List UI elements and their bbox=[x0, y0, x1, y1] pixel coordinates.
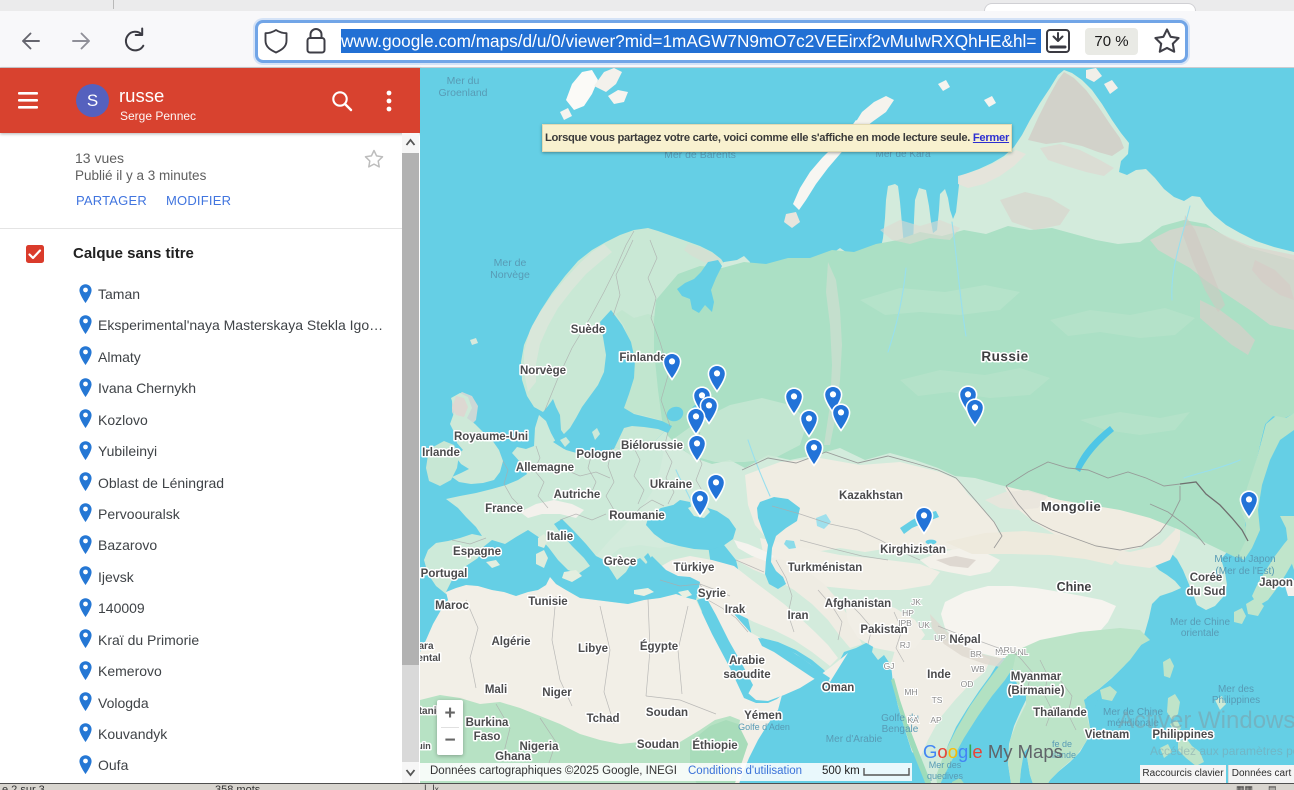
svg-text:Biélorussie: Biélorussie bbox=[621, 440, 683, 452]
svg-text:(Birmanie): (Birmanie) bbox=[1008, 685, 1065, 697]
svg-text:Arabie: Arabie bbox=[729, 655, 765, 667]
svg-text:Mer du: Mer du bbox=[447, 75, 480, 87]
svg-text:Ukraine: Ukraine bbox=[650, 479, 692, 491]
svg-text:Éthiopie: Éthiopie bbox=[692, 739, 737, 752]
svg-text:UP: UP bbox=[934, 633, 946, 643]
svg-text:Norvège: Norvège bbox=[520, 365, 566, 377]
svg-text:Thaïlande: Thaïlande bbox=[1033, 707, 1087, 719]
svg-text:Italie: Italie bbox=[547, 531, 573, 543]
svg-text:Libye: Libye bbox=[578, 643, 608, 655]
svg-text:Chine: Chine bbox=[1057, 580, 1092, 594]
svg-text:Norvège: Norvège bbox=[490, 269, 530, 281]
svg-text:KA: KA bbox=[907, 715, 919, 725]
svg-text:HP: HP bbox=[902, 608, 914, 618]
svg-text:Oman: Oman bbox=[822, 682, 855, 694]
svg-text:Iran: Iran bbox=[787, 610, 808, 622]
svg-text:Espagne: Espagne bbox=[453, 546, 501, 558]
svg-text:Mongolie: Mongolie bbox=[1041, 499, 1101, 514]
svg-text:IPB: IPB bbox=[898, 618, 912, 628]
svg-text:(Mer de l'Est): (Mer de l'Est) bbox=[1215, 566, 1274, 577]
svg-text:Niger: Niger bbox=[542, 687, 572, 699]
svg-text:Suède: Suède bbox=[571, 324, 606, 336]
svg-text:Tunisie: Tunisie bbox=[528, 596, 567, 608]
svg-text:Maroc: Maroc bbox=[435, 600, 469, 612]
svg-text:Soudan: Soudan bbox=[646, 707, 688, 719]
svg-text:Mer des: Mer des bbox=[1218, 684, 1254, 695]
svg-text:MH: MH bbox=[904, 687, 917, 697]
svg-text:Türkiye: Türkiye bbox=[674, 562, 715, 574]
svg-text:ARU: ARU bbox=[998, 645, 1016, 655]
svg-text:Allemagne: Allemagne bbox=[516, 462, 574, 474]
svg-text:uin: uin bbox=[420, 741, 431, 751]
svg-text:Mer d'Arabie: Mer d'Arabie bbox=[826, 734, 883, 745]
svg-text:BR: BR bbox=[970, 649, 982, 659]
svg-text:saoudite: saoudite bbox=[723, 669, 770, 681]
svg-text:TS: TS bbox=[932, 695, 943, 705]
svg-text:Kazakhstan: Kazakhstan bbox=[839, 490, 903, 502]
svg-text:AP: AP bbox=[930, 715, 942, 725]
svg-text:Ghana: Ghana bbox=[495, 751, 531, 763]
svg-text:Tchad: Tchad bbox=[586, 713, 619, 725]
svg-text:UK: UK bbox=[918, 620, 930, 630]
svg-text:du Sud: du Sud bbox=[1187, 586, 1226, 598]
svg-text:Groenland: Groenland bbox=[438, 87, 487, 99]
svg-text:Autriche: Autriche bbox=[554, 489, 601, 501]
svg-text:Roumanie: Roumanie bbox=[609, 510, 665, 522]
svg-text:Kirghizistan: Kirghizistan bbox=[880, 544, 946, 556]
svg-text:Faso: Faso bbox=[474, 731, 501, 743]
svg-text:France: France bbox=[485, 503, 523, 515]
svg-text:Soudan: Soudan bbox=[637, 739, 679, 751]
svg-text:Afghanistan: Afghanistan bbox=[825, 598, 891, 610]
svg-text:NL: NL bbox=[1018, 647, 1029, 657]
svg-text:ental: ental bbox=[420, 653, 441, 664]
svg-text:quedives: quedives bbox=[927, 771, 964, 781]
svg-text:RJ: RJ bbox=[900, 640, 910, 650]
svg-text:orientale: orientale bbox=[1181, 628, 1220, 639]
svg-text:Yémen: Yémen bbox=[744, 710, 782, 722]
svg-text:WB: WB bbox=[971, 664, 985, 674]
svg-text:Burkina: Burkina bbox=[466, 717, 509, 729]
svg-text:Myanmar: Myanmar bbox=[1011, 671, 1062, 683]
svg-text:Irak: Irak bbox=[725, 604, 746, 616]
svg-text:Mali: Mali bbox=[485, 684, 507, 696]
svg-text:Mer de: Mer de bbox=[494, 257, 527, 269]
svg-text:ara: ara bbox=[420, 641, 434, 652]
svg-text:Royaume-Uni: Royaume-Uni bbox=[454, 431, 528, 443]
svg-text:Bengale: Bengale bbox=[882, 724, 919, 735]
svg-text:Mer de Chine: Mer de Chine bbox=[1170, 617, 1230, 628]
svg-text:GJ: GJ bbox=[884, 661, 895, 671]
svg-text:Golfe d'Aden: Golfe d'Aden bbox=[738, 722, 790, 732]
svg-text:Népal: Népal bbox=[949, 634, 980, 646]
svg-text:Syrie: Syrie bbox=[698, 588, 726, 600]
svg-text:Égypte: Égypte bbox=[640, 640, 678, 653]
svg-text:JK: JK bbox=[911, 597, 921, 607]
svg-text:Mer du Japon: Mer du Japon bbox=[1214, 554, 1275, 565]
svg-text:Finlande: Finlande bbox=[619, 352, 666, 364]
svg-text:Russie: Russie bbox=[981, 349, 1028, 364]
svg-text:Algérie: Algérie bbox=[492, 636, 531, 648]
svg-text:Portugal: Portugal bbox=[421, 568, 468, 580]
svg-text:Irlande: Irlande bbox=[422, 447, 460, 459]
svg-text:Japon: Japon bbox=[1259, 577, 1293, 589]
svg-text:Pologne: Pologne bbox=[576, 449, 621, 461]
svg-text:Inde: Inde bbox=[927, 669, 951, 681]
svg-text:Philippines: Philippines bbox=[1212, 695, 1260, 706]
svg-text:Turkménistan: Turkménistan bbox=[788, 562, 863, 574]
svg-text:Grèce: Grèce bbox=[604, 556, 637, 568]
svg-text:OD: OD bbox=[961, 679, 974, 689]
